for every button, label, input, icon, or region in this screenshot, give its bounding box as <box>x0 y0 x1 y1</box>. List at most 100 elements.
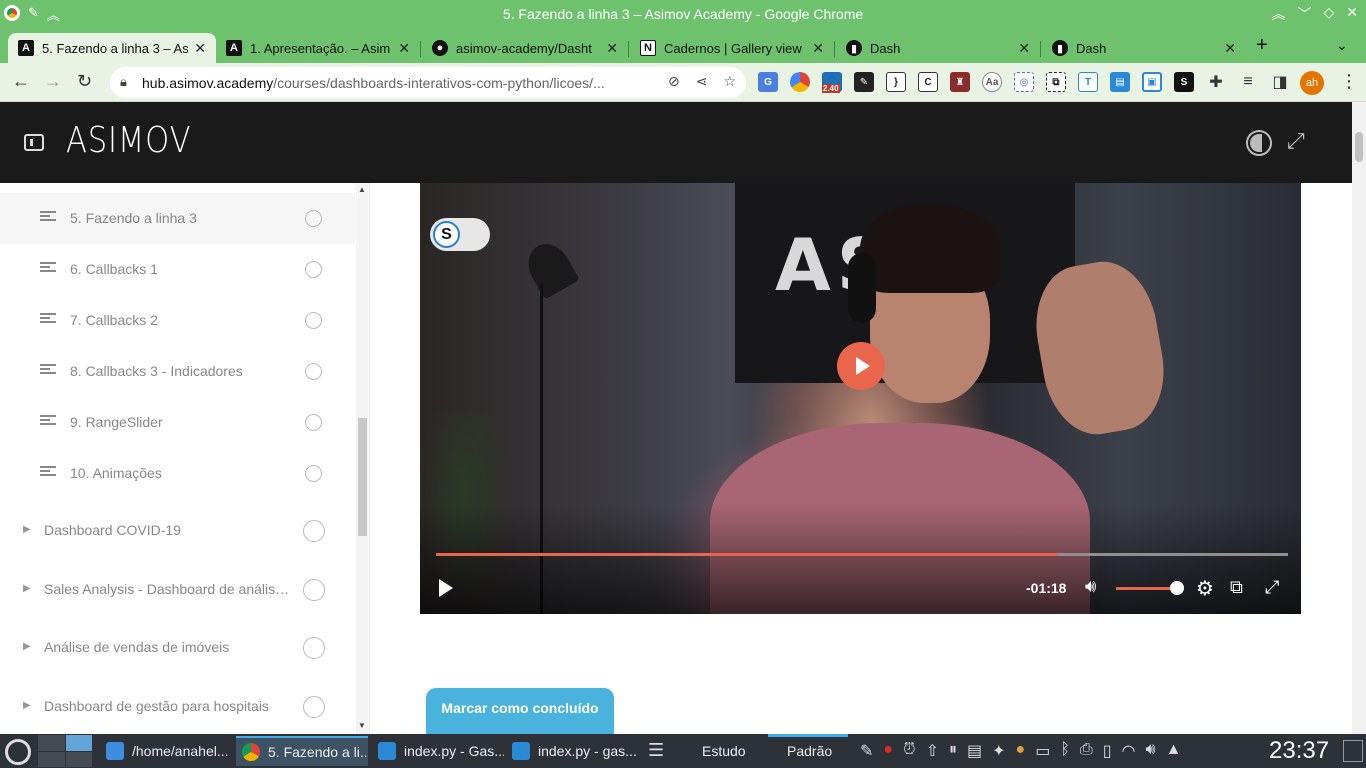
keep-below-icon[interactable]: ︽ <box>1271 4 1285 24</box>
bluetooth-tray-icon[interactable]: ᛒ <box>1060 741 1070 761</box>
expand-triangle-icon[interactable]: ▶ <box>23 583 31 594</box>
color-picker-extension-icon[interactable] <box>790 72 810 92</box>
forward-arrow-icon[interactable]: → <box>44 71 62 92</box>
c-extension-icon[interactable]: C <box>918 72 938 92</box>
pause-tray-icon[interactable]: ⏸︎ <box>949 741 957 761</box>
tab-close-icon[interactable]: ✕ <box>606 40 618 57</box>
bracket-extension-icon[interactable]: } <box>886 72 906 92</box>
crop-extension-icon[interactable]: ⧉ <box>1046 72 1066 92</box>
tray-expand-icon[interactable]: ▲ <box>1166 741 1182 761</box>
volume-tray-icon[interactable]: 🔊︎ <box>1146 741 1156 761</box>
scroll-up-arrow-icon[interactable]: ▲ <box>358 185 366 194</box>
module-check-circle-icon[interactable] <box>303 696 325 718</box>
module-check-circle-icon[interactable] <box>303 520 325 542</box>
tab-close-icon[interactable]: ✕ <box>1224 40 1236 57</box>
update-tray-icon[interactable]: ⇧ <box>926 741 939 761</box>
module-check-circle-icon[interactable] <box>303 579 325 601</box>
lesson-check-circle-icon[interactable] <box>305 210 322 227</box>
printer-tray-icon[interactable]: ⎙ <box>1080 741 1093 761</box>
lock-icon[interactable]: 🔒︎ <box>120 74 127 90</box>
page-scrollbar[interactable] <box>1352 102 1366 734</box>
tab-asimov-lesson[interactable]: A 5. Fazendo a linha 3 – As ✕ <box>8 33 216 63</box>
share-icon[interactable]: ⋖ <box>696 73 708 90</box>
reader-extension-icon[interactable]: ▤ <box>1110 72 1130 92</box>
module-item[interactable]: ▶ Dashboard COVID-19 <box>0 502 355 560</box>
address-url[interactable]: hub.asimov.academy/courses/dashboards-in… <box>142 75 605 91</box>
tab-close-icon[interactable]: ✕ <box>398 40 410 57</box>
sidebar-scrollbar-thumb[interactable] <box>358 418 367 536</box>
tab-close-icon[interactable]: ✕ <box>194 40 206 57</box>
text-extension-icon[interactable]: T <box>1078 72 1098 92</box>
profile-avatar[interactable]: ah <box>1300 71 1324 95</box>
module-item[interactable]: ▶ Análise de vendas de imóveis <box>0 619 355 677</box>
play-icon[interactable] <box>439 579 453 597</box>
volume-slider[interactable] <box>1116 587 1178 590</box>
minimize-button[interactable]: ﹀ <box>1297 4 1311 24</box>
eye-off-icon[interactable]: ⊘ <box>668 73 680 90</box>
lesson-item[interactable]: 7. Callbacks 2 <box>0 295 355 346</box>
lesson-check-circle-icon[interactable] <box>305 414 322 431</box>
page-scrollbar-thumb[interactable] <box>1355 132 1363 162</box>
tab-search-chevron-icon[interactable]: ⌄ <box>1336 37 1348 54</box>
desktop-4[interactable] <box>65 751 92 767</box>
volume-slider-knob[interactable] <box>1170 581 1184 595</box>
aa-extension-icon[interactable]: Aa <box>982 72 1002 92</box>
desktop-1[interactable] <box>38 735 65 751</box>
battery-tray-icon[interactable]: ▭ <box>1035 741 1050 761</box>
lesson-check-circle-icon[interactable] <box>305 465 322 482</box>
video-progress-bar[interactable] <box>436 553 1288 556</box>
lesson-check-circle-icon[interactable] <box>305 363 322 380</box>
reload-icon[interactable]: ↻ <box>77 71 92 92</box>
desktop-3[interactable] <box>38 751 65 767</box>
lesson-check-circle-icon[interactable] <box>305 312 322 329</box>
screenshot-extension-icon[interactable]: ◎ <box>1014 72 1034 92</box>
virtual-desktop-pager[interactable] <box>38 735 92 767</box>
tab-dash-1[interactable]: ▮ Dash ✕ <box>836 33 1040 63</box>
expand-triangle-icon[interactable]: ▶ <box>23 641 31 652</box>
expand-triangle-icon[interactable]: ▶ <box>23 700 31 711</box>
ruler-extension-icon[interactable]: 2.40 <box>822 72 842 93</box>
taskbar-task-chrome[interactable]: 5. Fazendo a li... <box>236 736 368 766</box>
record-tray-icon[interactable]: ● <box>883 741 893 761</box>
s-extension-icon[interactable]: S <box>1174 72 1194 92</box>
side-panel-icon[interactable]: ◨ <box>1270 72 1290 92</box>
brand-logo[interactable]: ASIMOV <box>66 120 191 161</box>
lesson-item[interactable]: 8. Callbacks 3 - Indicadores <box>0 346 355 397</box>
tab-github[interactable]: ● asimov-academy/Dasht ✕ <box>422 33 628 63</box>
color-picker-tray-icon[interactable]: ✎ <box>860 741 873 761</box>
coin-tray-icon[interactable]: ● <box>1016 741 1026 761</box>
scroll-down-arrow-icon[interactable]: ▼ <box>358 721 366 730</box>
module-item[interactable]: ▶ Sales Analysis - Dashboard de análise … <box>0 561 355 619</box>
lesson-item[interactable]: 9. RangeSlider <box>0 397 355 448</box>
tab-close-icon[interactable]: ✕ <box>1018 40 1030 57</box>
center-play-icon[interactable] <box>837 342 885 390</box>
app-launcher-icon[interactable] <box>5 739 31 765</box>
fullscreen-icon[interactable]: ⤢ <box>1265 577 1279 598</box>
reading-list-icon[interactable]: ≡ <box>1238 72 1258 92</box>
more-menu-icon[interactable]: ⋮ <box>1340 71 1358 92</box>
alarm-tray-icon[interactable]: ⏰︎ <box>903 741 915 761</box>
bookmark-star-icon[interactable]: ☆ <box>723 73 736 90</box>
shield-extension-icon[interactable]: ♜ <box>950 72 970 92</box>
bulb-tray-icon[interactable]: ✦ <box>992 741 1005 761</box>
wifi-tray-icon[interactable]: ◠ <box>1122 741 1136 761</box>
new-tab-button[interactable]: + <box>1256 34 1268 57</box>
popout-icon[interactable]: ⧉ <box>1230 577 1243 598</box>
close-button[interactable]: ✕ <box>1346 4 1358 24</box>
volume-icon[interactable]: 🔊︎ <box>1085 576 1096 597</box>
expand-triangle-icon[interactable]: ▶ <box>23 524 31 535</box>
sidebar-toggle-icon[interactable] <box>24 134 44 151</box>
activity-padrao[interactable]: Padrão <box>787 743 832 759</box>
maximize-button[interactable]: ◇ <box>1323 4 1334 24</box>
clipboard-tray-icon[interactable]: ▤ <box>967 741 982 761</box>
activity-estudo[interactable]: Estudo <box>702 743 746 759</box>
taskbar-task-vscode-1[interactable]: index.py - Gas... <box>372 736 504 766</box>
mark-complete-button[interactable]: Marcar como concluído <box>426 688 614 734</box>
lesson-item[interactable]: 10. Animações <box>0 448 355 499</box>
lesson-item[interactable]: 6. Callbacks 1 <box>0 244 355 295</box>
tab-notion[interactable]: N Cadernos | Gallery view ✕ <box>630 33 834 63</box>
translate-extension-icon[interactable]: G <box>758 72 778 92</box>
module-check-circle-icon[interactable] <box>303 637 325 659</box>
dark-mode-toggle-icon[interactable] <box>1246 130 1272 156</box>
tab-close-icon[interactable]: ✕ <box>812 40 824 57</box>
